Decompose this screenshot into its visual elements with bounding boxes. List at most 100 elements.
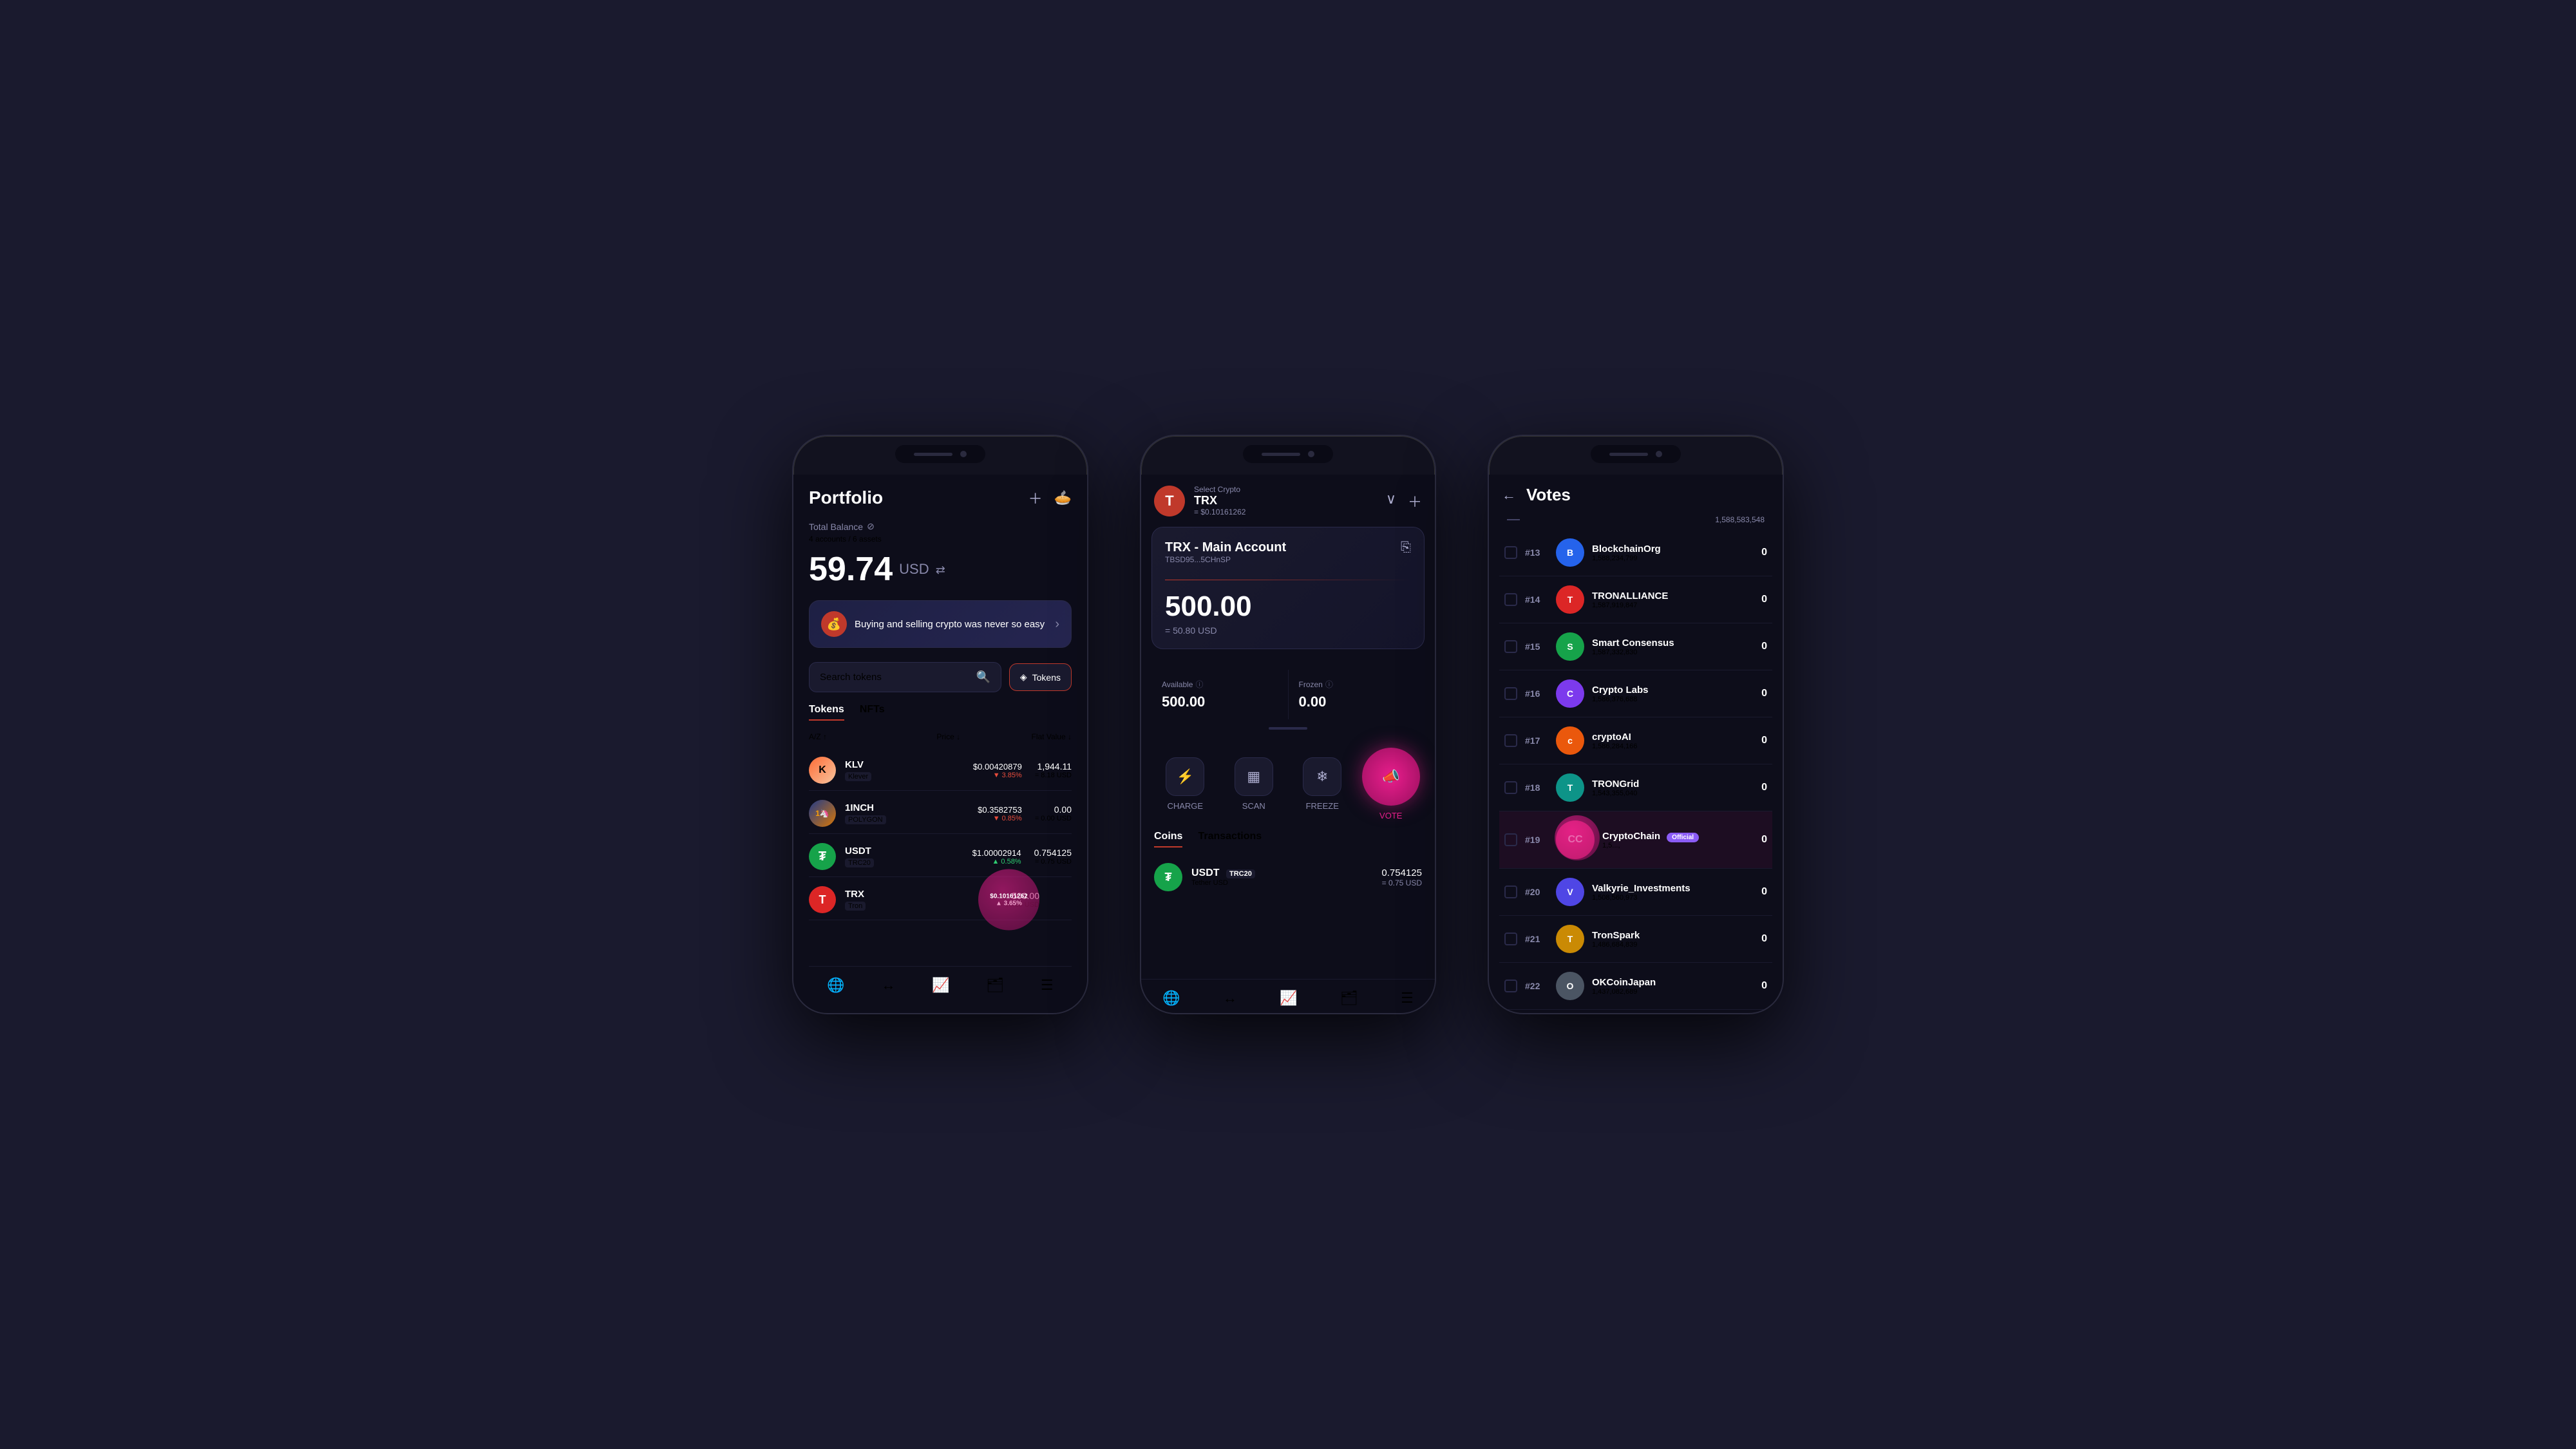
notch-bar-1 xyxy=(914,453,952,456)
vote-row-14[interactable]: #14 T TRONALLIANCE 1,587,919,847 0 xyxy=(1499,576,1772,623)
token-row-trx[interactable]: T TRX Tron 500.00 = 50.80 USD $0.1016126… xyxy=(809,880,1072,920)
checkbox-13[interactable] xyxy=(1504,546,1517,559)
avatar-bubble-container: CC xyxy=(1556,820,1595,859)
vote-row-21[interactable]: #21 T TronSpark 1,486,684,839 0 xyxy=(1499,916,1772,963)
tab-nfts[interactable]: NFTs xyxy=(860,704,885,721)
tokens-button[interactable]: ◈ Tokens xyxy=(1009,663,1072,691)
usdt-value-col: 0.754125 = 0.75 USD xyxy=(1034,848,1072,866)
checkbox-22[interactable] xyxy=(1504,980,1517,992)
vote-row-13[interactable]: #13 B BlockchainOrg 1,588,234,799 0 xyxy=(1499,529,1772,576)
tokens-tab-row: Tokens NFTs xyxy=(809,704,1072,721)
nav2-home-icon[interactable]: 🌐 xyxy=(1162,990,1180,1007)
vote-row-17[interactable]: #17 c cryptoAI 1,586,284,166 0 xyxy=(1499,717,1772,764)
nav-home-icon[interactable]: 🌐 xyxy=(827,977,844,994)
trx-logo-header: T xyxy=(1154,486,1185,516)
freeze-icon: ❄ xyxy=(1303,757,1341,796)
info-19: CryptoChain Official 1,5..., xyxy=(1602,831,1754,849)
trx-subname: Tron xyxy=(845,902,866,911)
vote-row-16[interactable]: #16 C Crypto Labs 1,586,376,688 0 xyxy=(1499,670,1772,717)
notch-dot-3 xyxy=(1656,451,1662,457)
nav2-chart-icon[interactable]: 📈 xyxy=(1280,990,1297,1007)
trx-logo-portfolio: T xyxy=(809,886,836,913)
vote-row-23[interactable]: #23 C CryptoGuyInZA 1,282,796,727 0 xyxy=(1499,1010,1772,1013)
checkbox-17[interactable] xyxy=(1504,734,1517,747)
rank-20: #20 xyxy=(1525,887,1548,897)
th-flatvalue[interactable]: Flat Value ↓ xyxy=(1032,732,1072,741)
klv-value-col: 1,944.11 = 8.18 USD xyxy=(1035,761,1072,779)
scan-button[interactable]: ▦ SCAN xyxy=(1223,757,1285,811)
crypto-header: T Select Crypto TRX = $0.10161262 ∨ ＋ xyxy=(1141,475,1435,527)
nav2-wallet-icon[interactable]: 🗂 xyxy=(1340,990,1358,1007)
token-row-1inch[interactable]: 1🦄 1INCH POLYGON $0.3582753 ▼ 0.85% 0.00… xyxy=(809,793,1072,834)
nav2-menu-icon[interactable]: ☰ xyxy=(1401,990,1414,1007)
charge-label: CHARGE xyxy=(1167,801,1203,811)
eye-icon[interactable]: ⊘ xyxy=(867,521,875,532)
chart-icon[interactable]: 🥧 xyxy=(1054,489,1072,506)
tab-transactions[interactable]: Transactions xyxy=(1198,831,1262,848)
th-price[interactable]: Price ↓ xyxy=(936,732,960,741)
name-16: Crypto Labs xyxy=(1592,685,1754,696)
klv-price-col: $0.00420879 ▼ 3.85% xyxy=(973,762,1022,779)
avatar-18: T xyxy=(1556,773,1584,802)
usdt-subname: TRC20 xyxy=(845,858,874,867)
count-14: 0 xyxy=(1761,594,1767,605)
nav-menu-icon[interactable]: ☰ xyxy=(1041,977,1054,994)
klv-logo: K xyxy=(809,757,836,784)
vote-row-22[interactable]: #22 O OKCoinJapan 1,437,082,689 0 xyxy=(1499,963,1772,1010)
vote-row-19[interactable]: #19 CC CryptoChain Official 1,5..., xyxy=(1499,811,1772,869)
1inch-usd: = 0.00 USD xyxy=(1035,815,1072,822)
phone3-content: ← Votes 1,588,583,548 #13 B xyxy=(1489,475,1783,1013)
nav-chart-icon-nav[interactable]: 📈 xyxy=(932,977,949,994)
vote-row-15[interactable]: #15 S Smart Consensus 1,587,332,830 0 xyxy=(1499,623,1772,670)
notch-dot-1 xyxy=(960,451,967,457)
promo-text: Buying and selling crypto was never so e… xyxy=(855,618,1047,631)
scene: Portfolio ＋ 🥧 Total Balance ⊘ 4 accounts… xyxy=(792,435,1784,1014)
checkbox-15[interactable] xyxy=(1504,640,1517,653)
usdt-value: 0.754125 xyxy=(1034,848,1072,858)
promo-icon: 💰 xyxy=(821,611,847,637)
freeze-button[interactable]: ❄ FREEZE xyxy=(1291,757,1354,811)
checkbox-20[interactable] xyxy=(1504,886,1517,898)
1inch-info: 1INCH POLYGON xyxy=(845,802,978,825)
nav2-swap-icon[interactable]: ↔ xyxy=(1223,990,1237,1007)
charge-button[interactable]: ⚡ CHARGE xyxy=(1154,757,1217,811)
nav-wallet-icon[interactable]: 🗂 xyxy=(986,977,1004,994)
add-crypto-icon[interactable]: ＋ xyxy=(1408,491,1422,511)
back-icon[interactable]: ← xyxy=(1502,487,1516,504)
1inch-subname: POLYGON xyxy=(845,815,886,824)
votes-title: Votes xyxy=(1526,485,1571,505)
usdt-amount-val: 0.754125 xyxy=(1381,867,1422,878)
coin-item-usdt[interactable]: ₮ USDT TRC20 Tether USD 0.754125 = 0.75 … xyxy=(1141,854,1435,900)
copy-icon[interactable]: ⎘ xyxy=(1401,540,1411,555)
promo-banner[interactable]: 💰 Buying and selling crypto was never so… xyxy=(809,600,1072,648)
checkbox-14[interactable] xyxy=(1504,593,1517,606)
votes-sub-header: 1,588,583,548 xyxy=(1489,515,1783,529)
bubble-change: ▲ 3.65% xyxy=(996,900,1022,907)
tab-coins[interactable]: Coins xyxy=(1154,831,1182,848)
checkbox-19[interactable] xyxy=(1504,833,1517,846)
nav-swap-icon[interactable]: ↔ xyxy=(881,977,895,994)
usdt-info: USDT TRC20 xyxy=(845,846,972,868)
checkbox-16[interactable] xyxy=(1504,687,1517,700)
token-row-klv[interactable]: K KLV Klever $0.00420879 ▼ 3.85% 1,944.1… xyxy=(809,750,1072,791)
token-row-usdt[interactable]: ₮ USDT TRC20 $1.00002914 ▲ 0.58% 0.75412… xyxy=(809,837,1072,877)
avatar-17: c xyxy=(1556,726,1584,755)
tab-tokens[interactable]: Tokens xyxy=(809,704,844,721)
add-icon[interactable]: ＋ xyxy=(1028,488,1043,508)
balance-currency: USD ⇄ xyxy=(899,561,945,578)
chevron-down-icon[interactable]: ∨ xyxy=(1386,491,1396,511)
search-box[interactable]: Search tokens 🔍 xyxy=(809,662,1001,692)
vote-row-20[interactable]: #20 V Valkyrie_Investments 1,508,560,973… xyxy=(1499,869,1772,916)
th-az[interactable]: A/Z ↑ xyxy=(809,732,827,741)
checkbox-21[interactable] xyxy=(1504,933,1517,945)
klv-value: 1,944.11 xyxy=(1035,761,1072,772)
klv-name: KLV xyxy=(845,759,973,770)
usdt-price-col: $1.00002914 ▲ 0.58% xyxy=(972,848,1021,866)
vote-row-18[interactable]: #18 T TRONGrid 1,543,355,040 0 xyxy=(1499,764,1772,811)
promo-arrow-icon: › xyxy=(1055,617,1059,632)
vote-button[interactable]: 📣 VOTE xyxy=(1360,748,1423,820)
checkbox-18[interactable] xyxy=(1504,781,1517,794)
rank-16: #16 xyxy=(1525,688,1548,699)
usdt-usd: = 0.75 USD xyxy=(1034,858,1072,866)
usdt-change: ▲ 0.58% xyxy=(972,858,1021,866)
